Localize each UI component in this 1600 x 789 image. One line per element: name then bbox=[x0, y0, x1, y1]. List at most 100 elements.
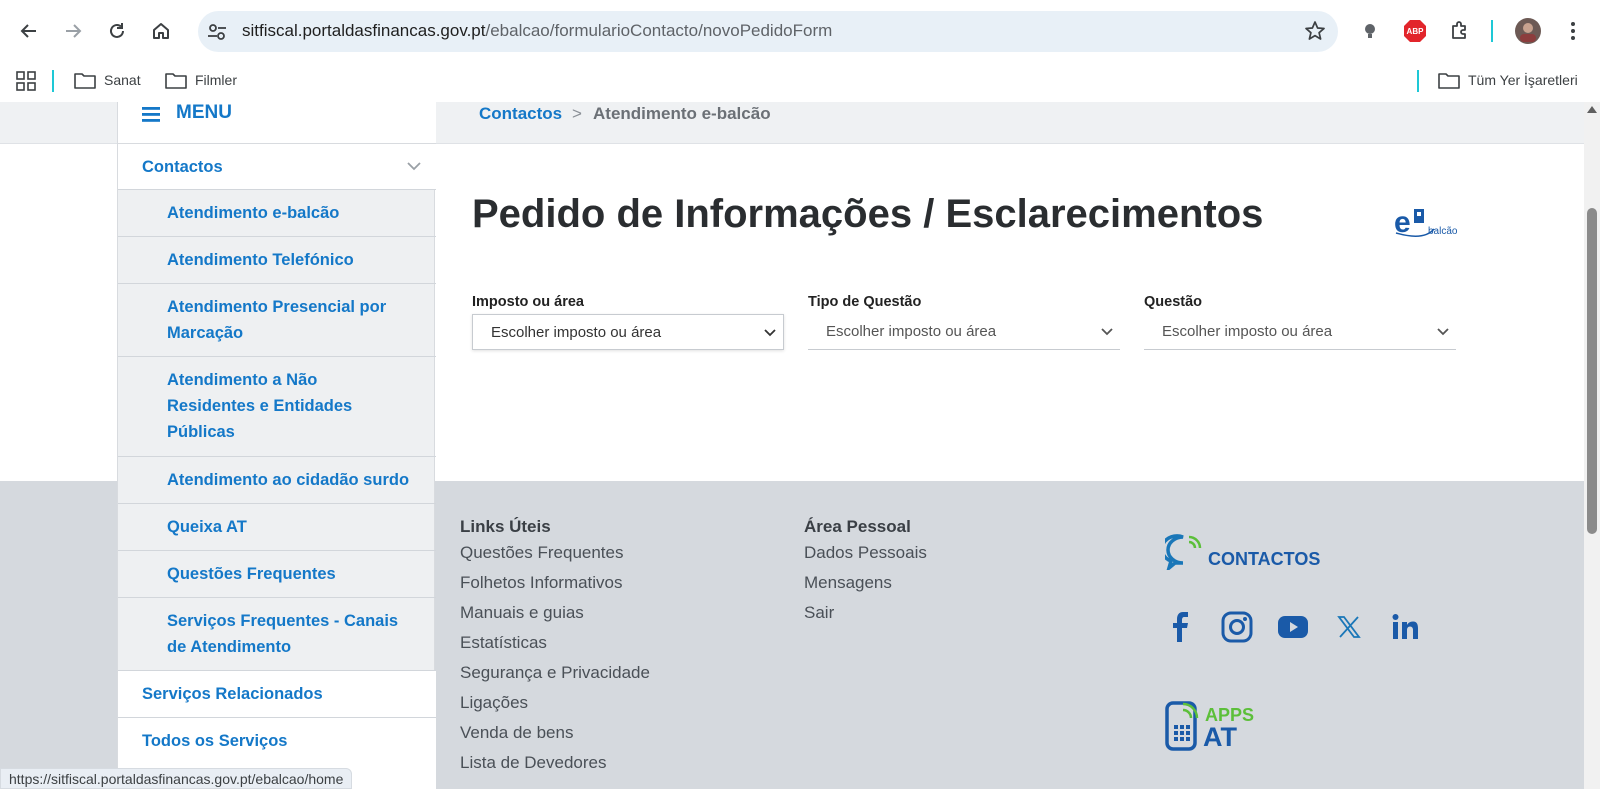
footer-link[interactable]: Venda de bens bbox=[460, 723, 573, 743]
chevron-down-icon bbox=[1101, 328, 1113, 336]
sidebar-item-label: Atendimento Presencial por Marcação bbox=[167, 298, 387, 342]
sidebar-item-servicos-relacionados[interactable]: Serviços Relacionados bbox=[118, 671, 436, 718]
back-icon[interactable] bbox=[14, 16, 44, 46]
footer-link[interactable]: Lista de Devedores bbox=[460, 753, 606, 773]
link-status-bar: https://sitfiscal.portaldasfinancas.gov.… bbox=[0, 768, 353, 789]
bookmark-label: Filmler bbox=[195, 72, 237, 88]
x-icon[interactable] bbox=[1332, 610, 1366, 644]
sidebar-item-nao-residentes[interactable]: Atendimento a Não Residentes e Entidades… bbox=[118, 357, 436, 457]
field-label-imposto: Imposto ou área bbox=[472, 294, 584, 310]
all-bookmarks-label: Tüm Yer İşaretleri bbox=[1468, 72, 1578, 88]
chevron-down-icon bbox=[407, 162, 421, 171]
sidebar-item-cidadao-surdo[interactable]: Atendimento ao cidadão surdo bbox=[118, 457, 436, 504]
folder-icon bbox=[74, 73, 96, 89]
folder-icon bbox=[1438, 73, 1460, 89]
instagram-icon[interactable] bbox=[1220, 610, 1254, 644]
home-icon[interactable] bbox=[146, 16, 176, 46]
facebook-icon[interactable] bbox=[1164, 610, 1198, 644]
phone-app-icon bbox=[1165, 701, 1199, 751]
adblock-plus-icon[interactable]: ABP bbox=[1403, 19, 1427, 43]
menu-header[interactable]: MENU bbox=[118, 102, 436, 144]
sidebar-item-presencial[interactable]: Atendimento Presencial por Marcação bbox=[118, 284, 436, 357]
page-viewport: Contactos > Atendimento e-balcão Pedido … bbox=[0, 102, 1584, 789]
bookmarks-divider-right bbox=[1417, 70, 1419, 92]
sidebar-item-label: Todos os Serviços bbox=[142, 732, 288, 750]
sidebar-item-servicos-frequentes[interactable]: Serviços Frequentes - Canais de Atendime… bbox=[118, 598, 436, 671]
bookmark-folder-filmler[interactable]: Filmler bbox=[165, 71, 237, 89]
imposto-select-value: Escolher imposto ou área bbox=[491, 324, 662, 341]
chevron-down-icon bbox=[764, 329, 776, 337]
sidebar-item-label: Atendimento ao cidadão surdo bbox=[167, 471, 410, 489]
bookmark-label: Sanat bbox=[104, 72, 141, 88]
site-settings-icon[interactable] bbox=[206, 21, 228, 43]
contactos-label: CONTACTOS bbox=[1208, 549, 1321, 569]
tipo-questao-select-value: Escolher imposto ou área bbox=[826, 323, 997, 340]
sidebar-item-label: Atendimento a Não Residentes e Entidades… bbox=[167, 371, 353, 441]
questao-select[interactable]: Escolher imposto ou área bbox=[1144, 314, 1456, 350]
sidebar-item-label: Atendimento e-balcão bbox=[167, 204, 340, 222]
profile-avatar[interactable] bbox=[1515, 18, 1541, 44]
bookmark-folder-sanat[interactable]: Sanat bbox=[74, 71, 141, 89]
page-scrollbar[interactable] bbox=[1584, 102, 1600, 789]
youtube-icon[interactable] bbox=[1276, 610, 1310, 644]
sidebar-item-label: Serviços Relacionados bbox=[142, 685, 323, 703]
url-text[interactable]: sitfiscal.portaldasfinancas.gov.pt/ebalc… bbox=[242, 21, 832, 41]
bookmarks-bar: Sanat Filmler Tüm Yer İşaretleri bbox=[0, 62, 1600, 102]
sidebar-item-label: Atendimento Telefónico bbox=[167, 251, 354, 269]
address-bar[interactable]: sitfiscal.portaldasfinancas.gov.pt/ebalc… bbox=[198, 11, 1338, 52]
sidebar-item-telefonico[interactable]: Atendimento Telefónico bbox=[118, 237, 436, 284]
breadcrumb-separator: > bbox=[572, 104, 582, 123]
page-title: Pedido de Informações / Esclarecimentos bbox=[472, 192, 1264, 236]
questao-select-value: Escolher imposto ou área bbox=[1162, 323, 1333, 340]
all-bookmarks-folder[interactable]: Tüm Yer İşaretleri bbox=[1438, 71, 1578, 89]
hamburger-menu-icon bbox=[142, 107, 160, 122]
sidebar-item-contactos[interactable]: Contactos bbox=[118, 144, 436, 190]
breadcrumb-current: Atendimento e-balcão bbox=[593, 104, 771, 123]
reload-icon[interactable] bbox=[102, 16, 132, 46]
adblock-label: ABP bbox=[1406, 26, 1424, 36]
footer-link[interactable]: Ligações bbox=[460, 693, 528, 713]
chat-bubble-icon bbox=[1165, 534, 1202, 570]
url-path: /ebalcao/formularioContacto/novoPedidoFo… bbox=[485, 21, 833, 40]
field-label-questao: Questão bbox=[1144, 294, 1203, 310]
scroll-up-arrow-icon[interactable] bbox=[1587, 106, 1597, 113]
imposto-select[interactable]: Escolher imposto ou área bbox=[472, 314, 784, 350]
extensions-puzzle-icon[interactable] bbox=[1448, 19, 1472, 43]
sidebar-item-questoes[interactable]: Questões Frequentes bbox=[118, 551, 436, 598]
field-label-tipo-questao: Tipo de Questão bbox=[808, 294, 922, 310]
apps-grid-icon[interactable] bbox=[16, 71, 44, 91]
tipo-questao-select[interactable]: Escolher imposto ou área bbox=[808, 314, 1120, 350]
footer-personal-link[interactable]: Sair bbox=[804, 603, 834, 623]
menu-label: MENU bbox=[176, 102, 232, 123]
scroll-thumb[interactable] bbox=[1587, 208, 1597, 534]
forward-icon[interactable] bbox=[58, 16, 88, 46]
logo-text: balcão bbox=[1428, 226, 1458, 237]
sidebar-item-ebalcao[interactable]: Atendimento e-balcão bbox=[118, 190, 436, 237]
ebalcao-logo: e balcão bbox=[1394, 205, 1460, 241]
footer-link[interactable]: Estatísticas bbox=[460, 633, 547, 653]
breadcrumb-contactos[interactable]: Contactos bbox=[479, 102, 562, 126]
lightbulb-extension-icon[interactable] bbox=[1358, 19, 1382, 43]
footer-link[interactable]: Manuais e guias bbox=[460, 603, 584, 623]
sidebar-menu: MENU Contactos Atendimento e-balcão Aten… bbox=[117, 102, 436, 789]
footer-personal-link[interactable]: Dados Pessoais bbox=[804, 543, 927, 563]
footer-personal-link[interactable]: Mensagens bbox=[804, 573, 892, 593]
sidebar-item-label: Contactos bbox=[142, 158, 223, 176]
bookmark-star-icon[interactable] bbox=[1304, 20, 1326, 42]
at-label: AT bbox=[1203, 722, 1237, 752]
sidebar-item-label: Questões Frequentes bbox=[167, 565, 336, 583]
more-menu-icon[interactable] bbox=[1561, 19, 1585, 43]
url-host: sitfiscal.portaldasfinancas.gov.pt bbox=[242, 21, 486, 40]
folder-icon bbox=[165, 73, 187, 89]
footer-personal-title: Área Pessoal bbox=[804, 517, 911, 536]
bookmarks-divider bbox=[52, 70, 54, 92]
footer-link[interactable]: Questões Frequentes bbox=[460, 543, 623, 563]
browser-toolbar: sitfiscal.portaldasfinancas.gov.pt/ebalc… bbox=[0, 0, 1600, 62]
footer-link[interactable]: Segurança e Privacidade bbox=[460, 663, 650, 683]
chevron-down-icon bbox=[1437, 328, 1449, 336]
footer-links-title: Links Úteis bbox=[460, 517, 551, 536]
linkedin-icon[interactable] bbox=[1388, 610, 1422, 644]
toolbar-divider bbox=[1491, 20, 1493, 42]
footer-link[interactable]: Folhetos Informativos bbox=[460, 573, 623, 593]
sidebar-item-queixa[interactable]: Queixa AT bbox=[118, 504, 436, 551]
